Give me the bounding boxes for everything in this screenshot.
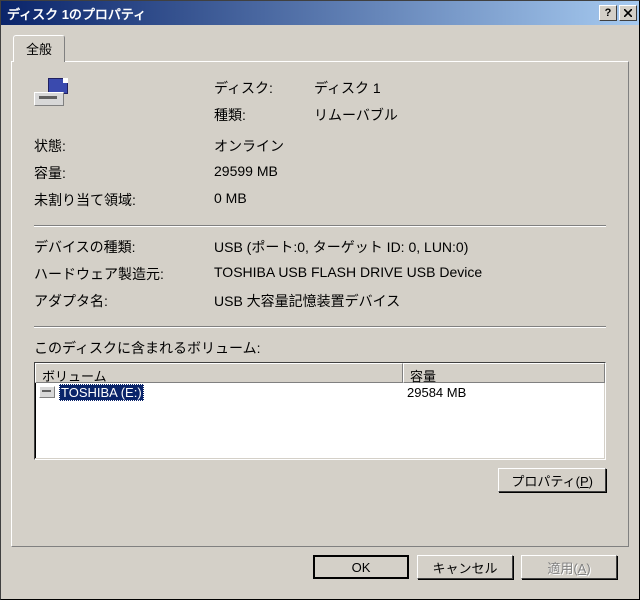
close-icon bbox=[624, 9, 632, 17]
label-device-type: デバイスの種類: bbox=[34, 237, 214, 257]
tab-general[interactable]: 全般 bbox=[13, 35, 65, 62]
titlebar: ディスク 1のプロパティ ? bbox=[1, 1, 639, 25]
label-capacity: 容量: bbox=[34, 163, 214, 183]
volume-name: TOSHIBA (E:) bbox=[59, 384, 144, 401]
value-capacity: 29599 MB bbox=[214, 163, 606, 183]
label-manufacturer: ハードウェア製造元: bbox=[34, 264, 214, 284]
value-adapter: USB 大容量記憶装置デバイス bbox=[214, 291, 606, 311]
tab-panel-general: ディスク:ディスク 1 種類:リムーバブル 状態:オンライン 容量:29599 … bbox=[11, 61, 629, 547]
value-device-type: USB (ポート:0, ターゲット ID: 0, LUN:0) bbox=[214, 237, 606, 257]
value-type: リムーバブル bbox=[314, 105, 606, 125]
close-button[interactable] bbox=[619, 5, 637, 21]
client-area: 全般 ディスク:ディスク 1 種類:リムーバブル 状態:オンライン 容量:295… bbox=[1, 25, 639, 599]
list-item[interactable]: TOSHIBA (E:) 29584 MB bbox=[35, 383, 605, 401]
panel-button-row: プロパティ(P) bbox=[34, 468, 606, 492]
list-header: ボリューム 容量 bbox=[35, 363, 605, 383]
properties-button[interactable]: プロパティ(P) bbox=[498, 468, 606, 492]
apply-button[interactable]: 適用(A) bbox=[521, 555, 617, 579]
row-disk: ディスク:ディスク 1 種類:リムーバブル bbox=[34, 78, 606, 125]
tab-strip: 全般 bbox=[13, 35, 629, 61]
dialog-button-row: OK キャンセル 適用(A) bbox=[11, 547, 629, 589]
label-status: 状態: bbox=[34, 136, 214, 156]
label-unallocated: 未割り当て領域: bbox=[34, 190, 214, 210]
separator-1 bbox=[34, 225, 606, 227]
label-adapter: アダプタ名: bbox=[34, 291, 214, 311]
cell-capacity: 29584 MB bbox=[403, 385, 605, 400]
volume-list[interactable]: ボリューム 容量 TOSHIBA (E:) 29584 MB bbox=[34, 362, 606, 460]
help-button[interactable]: ? bbox=[599, 5, 617, 21]
list-body: TOSHIBA (E:) 29584 MB bbox=[35, 383, 605, 459]
drive-icon bbox=[34, 78, 70, 106]
ok-button[interactable]: OK bbox=[313, 555, 409, 579]
dialog-window: ディスク 1のプロパティ ? 全般 ディスク:ディスク 1 種類:リムーバブル bbox=[0, 0, 640, 600]
separator-2 bbox=[34, 326, 606, 328]
value-disk: ディスク 1 bbox=[314, 78, 606, 98]
window-title: ディスク 1のプロパティ bbox=[7, 4, 597, 23]
cell-volume: TOSHIBA (E:) bbox=[35, 384, 403, 401]
value-manufacturer: TOSHIBA USB FLASH DRIVE USB Device bbox=[214, 264, 606, 284]
value-unallocated: 0 MB bbox=[214, 190, 606, 210]
value-status: オンライン bbox=[214, 136, 606, 156]
label-type: 種類: bbox=[214, 105, 314, 125]
volumes-header: このディスクに含まれるボリューム: bbox=[34, 338, 606, 358]
volume-icon bbox=[39, 386, 55, 398]
column-volume[interactable]: ボリューム bbox=[35, 363, 403, 383]
icon-holder bbox=[34, 78, 214, 125]
cancel-button[interactable]: キャンセル bbox=[417, 555, 513, 579]
label-disk: ディスク: bbox=[214, 78, 314, 98]
column-capacity[interactable]: 容量 bbox=[403, 363, 605, 383]
